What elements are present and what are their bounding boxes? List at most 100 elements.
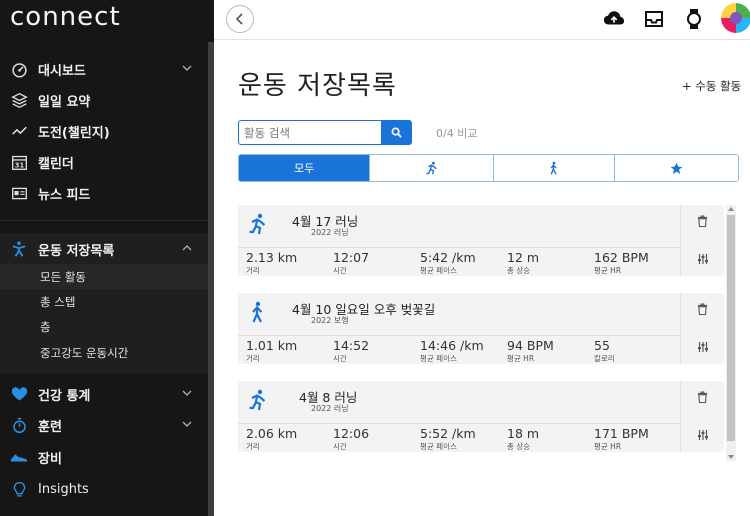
sliders-icon[interactable] bbox=[697, 253, 709, 265]
activity-actions bbox=[680, 381, 724, 452]
activity-date-type: 2022 러닝 bbox=[311, 404, 349, 413]
activity-filter-tabs: 모두 bbox=[238, 154, 739, 182]
heart-icon bbox=[10, 385, 28, 403]
sidebar-item-label: Insights bbox=[38, 481, 89, 497]
sidebar-item-dashboard[interactable]: 대시보드 bbox=[0, 54, 208, 84]
manual-activity-button[interactable]: + 수동 활동 bbox=[682, 78, 741, 94]
trash-icon[interactable] bbox=[697, 215, 708, 227]
chevron-down-icon[interactable] bbox=[182, 419, 192, 429]
tab-running[interactable] bbox=[370, 155, 494, 181]
activity-card-body[interactable]: 4월 10 일요일 오후 벚꽃길 2022 보행 1.01 km 거리 14:52… bbox=[238, 293, 680, 364]
back-icon bbox=[235, 13, 243, 25]
chevron-down-icon[interactable] bbox=[182, 63, 192, 73]
svg-text:31: 31 bbox=[14, 161, 24, 169]
sidebar-item-challenges[interactable]: 도전(챌린지) bbox=[0, 116, 208, 146]
gauge-icon bbox=[10, 60, 28, 78]
stat-elevation-gain: 18 m총 상승 bbox=[507, 426, 540, 451]
stat-time: 12:06 시간 bbox=[333, 426, 370, 451]
stat-distance: 2.06 km 거리 bbox=[246, 426, 298, 451]
chevron-down-icon[interactable] bbox=[182, 388, 192, 398]
stat-avg-pace: 14:46 /km 평균 페이스 bbox=[420, 338, 484, 363]
sidebar-item-label: 건강 통계 bbox=[38, 388, 91, 404]
stat-calories: 55 칼로리 bbox=[594, 338, 615, 363]
running-icon bbox=[249, 389, 266, 411]
sidebar-item-label: 장비 bbox=[38, 451, 62, 467]
sliders-icon[interactable] bbox=[697, 341, 709, 353]
stat-distance: 1.01 km 거리 bbox=[246, 338, 298, 363]
stat-avg-pace: 5:52 /km 평균 페이스 bbox=[420, 426, 476, 451]
sidebar-item-gear[interactable]: 장비 bbox=[0, 442, 208, 472]
sidebar-item-label: 도전(챌린지) bbox=[38, 125, 110, 141]
sidebar-item-label: 대시보드 bbox=[38, 63, 86, 79]
scroll-down-arrow[interactable] bbox=[728, 455, 734, 459]
activity-actions bbox=[680, 205, 724, 276]
upload-icon[interactable] bbox=[603, 8, 625, 30]
scrollbar-thumb[interactable] bbox=[727, 215, 735, 441]
sidebar-item-activities[interactable]: 운동 저장목록 bbox=[0, 234, 208, 264]
connect-logo[interactable]: connect bbox=[10, 2, 121, 32]
sidebar-divider bbox=[0, 220, 208, 221]
activity-separator bbox=[238, 335, 680, 336]
activity-card-body[interactable]: 4월 17 러닝 2022 러닝 2.13 km 거리 12:07 시간 5:42 … bbox=[238, 205, 680, 276]
sidebar-subitem-intensity-minutes[interactable]: 중고강도 운동시간 bbox=[0, 340, 208, 365]
newsfeed-icon bbox=[10, 184, 28, 202]
sidebar-item-daily-summary[interactable]: 일일 요약 bbox=[0, 85, 208, 115]
layers-icon bbox=[10, 91, 28, 109]
stat-avg-hr: 94 BPM 평균 HR bbox=[507, 338, 554, 363]
lightbulb-icon bbox=[10, 480, 28, 498]
trash-icon[interactable] bbox=[697, 303, 708, 315]
sidebar-item-label: 일일 요약 bbox=[38, 94, 91, 110]
top-bar bbox=[214, 0, 750, 40]
tab-favorites[interactable] bbox=[615, 155, 738, 181]
page-title: 운동 저장목록 bbox=[238, 71, 397, 101]
sidebar-item-newsfeed[interactable]: 뉴스 피드 bbox=[0, 178, 208, 208]
back-button[interactable] bbox=[226, 5, 254, 33]
stat-time: 14:52 시간 bbox=[333, 338, 370, 363]
walking-icon bbox=[550, 161, 557, 175]
stat-elevation-gain: 12 m총 상승 bbox=[507, 250, 540, 275]
sidebar-item-label: 뉴스 피드 bbox=[38, 187, 91, 203]
inbox-icon[interactable] bbox=[643, 8, 665, 30]
stopwatch-icon bbox=[10, 416, 28, 434]
sliders-icon[interactable] bbox=[697, 429, 709, 441]
watch-icon[interactable] bbox=[683, 8, 705, 30]
tab-walking[interactable] bbox=[493, 155, 616, 181]
activity-separator bbox=[238, 423, 680, 424]
compare-count: 0/4 비교 bbox=[436, 127, 478, 140]
search-button[interactable] bbox=[381, 120, 412, 145]
trash-icon[interactable] bbox=[697, 391, 708, 403]
running-icon bbox=[249, 213, 266, 235]
sidebar-item-calendar[interactable]: 31 캘린더 bbox=[0, 147, 208, 177]
activity-card[interactable]: 4월 10 일요일 오후 벚꽃길 2022 보행 1.01 km 거리 14:52… bbox=[238, 293, 724, 364]
sidebar-subitem-total-steps[interactable]: 총 스텝 bbox=[0, 289, 208, 314]
sidebar-item-training[interactable]: 훈련 bbox=[0, 410, 208, 440]
avatar[interactable] bbox=[721, 3, 750, 33]
sidebar-item-insights[interactable]: Insights bbox=[0, 474, 208, 504]
scroll-up-arrow[interactable] bbox=[728, 207, 734, 211]
sidebar-item-label: 캘린더 bbox=[38, 156, 74, 172]
stat-time: 12:07 시간 bbox=[333, 250, 370, 275]
calendar-icon: 31 bbox=[10, 153, 28, 171]
search-input[interactable] bbox=[238, 120, 382, 145]
stat-distance: 2.13 km 거리 bbox=[246, 250, 298, 275]
list-scrollbar[interactable] bbox=[726, 205, 736, 461]
sidebar-subitem-all-activities[interactable]: 모든 활동 bbox=[0, 264, 208, 289]
chevron-up-icon[interactable] bbox=[182, 243, 192, 253]
tab-label: 모두 bbox=[294, 162, 315, 175]
sidebar-item-label: 훈련 bbox=[38, 419, 62, 435]
sidebar-subitem-floors[interactable]: 층 bbox=[0, 314, 208, 339]
trend-icon bbox=[10, 122, 28, 140]
main-content: 운동 저장목록 + 수동 활동 0/4 비교 모두 4월 17 러닝 2022 … bbox=[214, 41, 750, 516]
activity-card-body[interactable]: 4월 8 러닝 2022 러닝 2.06 km 거리 12:06 시간 5:52 /… bbox=[238, 381, 680, 452]
running-icon bbox=[426, 161, 437, 175]
activity-person-icon bbox=[10, 240, 28, 258]
activity-card[interactable]: 4월 8 러닝 2022 러닝 2.06 km 거리 12:06 시간 5:52 /… bbox=[238, 381, 724, 452]
shoe-icon bbox=[10, 448, 28, 466]
tab-all[interactable]: 모두 bbox=[239, 155, 371, 181]
sidebar-item-label: 운동 저장목록 bbox=[38, 243, 115, 259]
star-icon bbox=[670, 162, 683, 174]
sidebar: connect 대시보드 일일 요약 도전(챌린지) 31 캘린더 뉴스 피드 bbox=[0, 0, 214, 516]
activity-date-type: 2022 보행 bbox=[311, 316, 349, 325]
activity-card[interactable]: 4월 17 러닝 2022 러닝 2.13 km 거리 12:07 시간 5:42 … bbox=[238, 205, 724, 276]
sidebar-item-health-stats[interactable]: 건강 통계 bbox=[0, 379, 208, 409]
